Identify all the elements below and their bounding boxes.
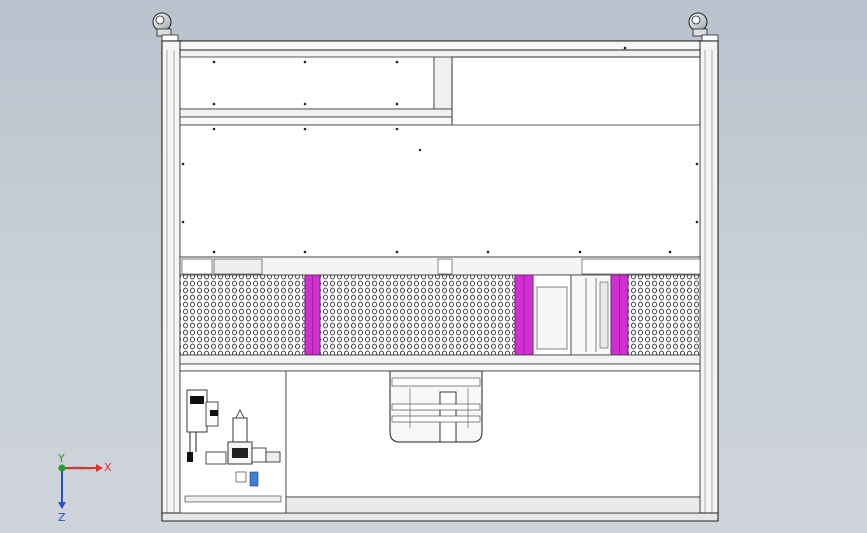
- caster-left: [152, 12, 179, 43]
- upper-left-panel: [179, 56, 453, 126]
- y-axis-label: Y: [57, 452, 65, 465]
- center-access-window: [389, 370, 483, 443]
- mesh-section: [179, 256, 701, 372]
- caster-right: [688, 12, 719, 43]
- middle-panel: [179, 124, 701, 258]
- coordinate-triad: X Y Z: [57, 452, 112, 524]
- cad-drawing-viewport: X Y Z: [57, 12, 719, 524]
- x-axis-label: X: [104, 461, 112, 474]
- pneumatic-bay: [179, 370, 287, 514]
- lower-right-panel: [285, 370, 701, 514]
- y-axis-dot: [58, 464, 66, 472]
- z-axis-label: Z: [58, 511, 66, 524]
